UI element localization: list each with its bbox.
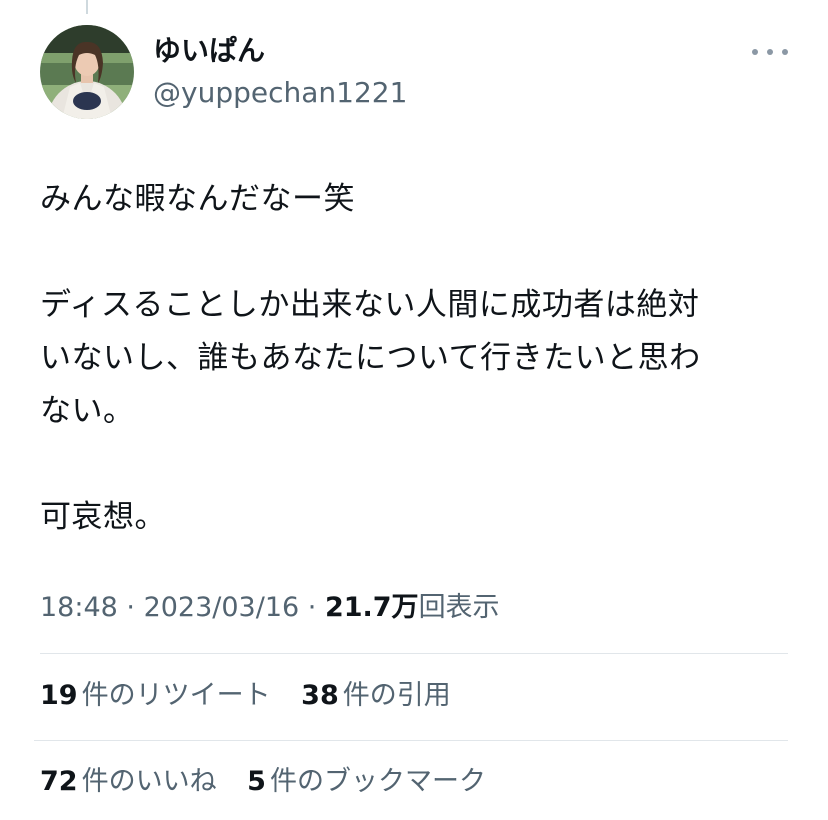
bookmarks-stat[interactable]: 5 件のブックマーク — [247, 764, 486, 800]
quotes-stat[interactable]: 38 件の引用 — [301, 678, 451, 714]
engagement-row-shares: 19 件のリツイート 38 件の引用 — [40, 678, 473, 714]
quotes-count: 38 — [301, 680, 339, 711]
author-name[interactable]: ゆいぱん — [153, 34, 265, 68]
thread-connector-line — [86, 0, 88, 14]
views-label[interactable]: 回表示 — [419, 592, 500, 623]
tweet-text: みんな暇なんだなー笑 ディスることしか出来ない人間に成功者は絶対 いないし、誰も… — [40, 173, 800, 544]
quotes-label: 件の引用 — [342, 680, 451, 711]
meta-separator: · — [117, 592, 144, 623]
retweets-stat[interactable]: 19 件のリツイート — [40, 678, 271, 714]
avatar[interactable] — [40, 25, 134, 119]
avatar-photo — [40, 25, 134, 119]
retweets-label: 件のリツイート — [81, 680, 271, 711]
tweet-meta: 18:48 · 2023/03/16 · 21.7万回表示 — [40, 590, 500, 626]
more-dot — [782, 49, 788, 55]
engagement-row-likes: 72 件のいいね 5 件のブックマーク — [40, 764, 508, 800]
tweet-date[interactable]: 2023/03/16 — [144, 592, 300, 623]
more-dot — [752, 49, 758, 55]
more-options-icon[interactable] — [752, 40, 788, 64]
tweet-text-line: ない。 — [40, 393, 135, 429]
tweet-text-line: いないし、誰もあなたについて行きたいと思わ — [40, 340, 701, 376]
tweet-text-line: 可哀想。 — [40, 499, 166, 535]
meta-separator: · — [299, 592, 325, 623]
likes-count: 72 — [40, 766, 78, 797]
tweet-text-line: みんな暇なんだなー笑 — [40, 181, 355, 217]
views-count[interactable]: 21.7万 — [325, 592, 419, 623]
bookmarks-label: 件のブックマーク — [269, 766, 486, 797]
likes-label: 件のいいね — [81, 766, 217, 797]
tweet-time[interactable]: 18:48 — [40, 592, 118, 623]
author-handle[interactable]: @yuppechan1221 — [153, 76, 407, 110]
likes-stat[interactable]: 72 件のいいね — [40, 764, 217, 800]
divider — [40, 653, 788, 654]
retweets-count: 19 — [40, 680, 78, 711]
bookmarks-count: 5 — [247, 766, 266, 797]
divider — [34, 740, 788, 741]
tweet-text-line: ディスることしか出来ない人間に成功者は絶対 — [40, 287, 700, 323]
more-dot — [767, 49, 773, 55]
